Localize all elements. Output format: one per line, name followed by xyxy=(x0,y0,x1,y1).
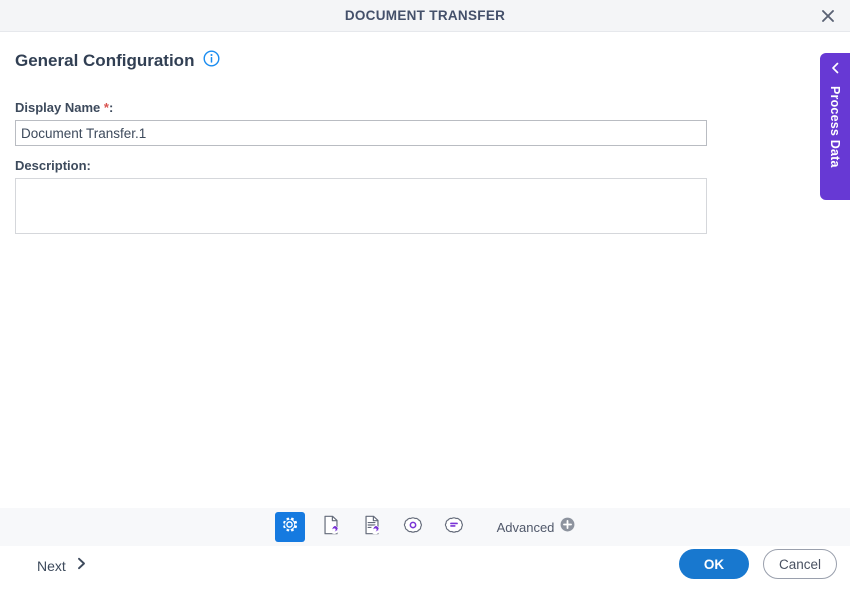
process-data-tab[interactable]: Process Data xyxy=(820,53,850,200)
advanced-button[interactable]: Advanced xyxy=(497,517,576,537)
document-lines-gear-icon xyxy=(361,514,383,541)
display-name-colon: : xyxy=(108,100,114,115)
display-name-input[interactable] xyxy=(15,120,707,146)
document-configuration-tool[interactable] xyxy=(316,512,346,542)
configuration-toolbar: Advanced xyxy=(0,508,850,546)
ok-button[interactable]: OK xyxy=(679,549,749,579)
chevron-left-icon xyxy=(830,61,841,79)
gear-circle-icon xyxy=(402,514,424,541)
settings-tool[interactable] xyxy=(398,512,428,542)
process-data-tab-label: Process Data xyxy=(828,86,842,168)
window-title-bar: DOCUMENT TRANSFER xyxy=(0,0,850,32)
display-name-label-text: Display Name xyxy=(15,100,101,115)
section-header: General Configuration xyxy=(15,50,220,72)
general-configuration-tool[interactable] xyxy=(274,512,305,542)
chevron-right-icon xyxy=(76,557,87,575)
next-button[interactable]: Next xyxy=(37,557,87,575)
page-title: General Configuration xyxy=(15,51,195,70)
description-textarea[interactable] xyxy=(15,178,707,234)
gear-icon xyxy=(279,514,300,540)
description-label: Description: xyxy=(15,158,91,173)
info-icon[interactable] xyxy=(203,50,220,72)
document-lines-configuration-tool[interactable] xyxy=(357,512,387,542)
options-tool[interactable] xyxy=(439,512,469,542)
next-label: Next xyxy=(37,558,66,574)
plus-circle-icon xyxy=(560,517,575,537)
window-title: DOCUMENT TRANSFER xyxy=(344,8,506,23)
cancel-button[interactable]: Cancel xyxy=(763,549,837,579)
close-button[interactable] xyxy=(816,5,840,27)
gear-lines-icon xyxy=(443,514,465,541)
display-name-label: Display Name *: xyxy=(15,100,113,115)
document-gear-icon xyxy=(320,514,342,541)
close-icon xyxy=(821,9,835,23)
advanced-label: Advanced xyxy=(496,519,555,535)
